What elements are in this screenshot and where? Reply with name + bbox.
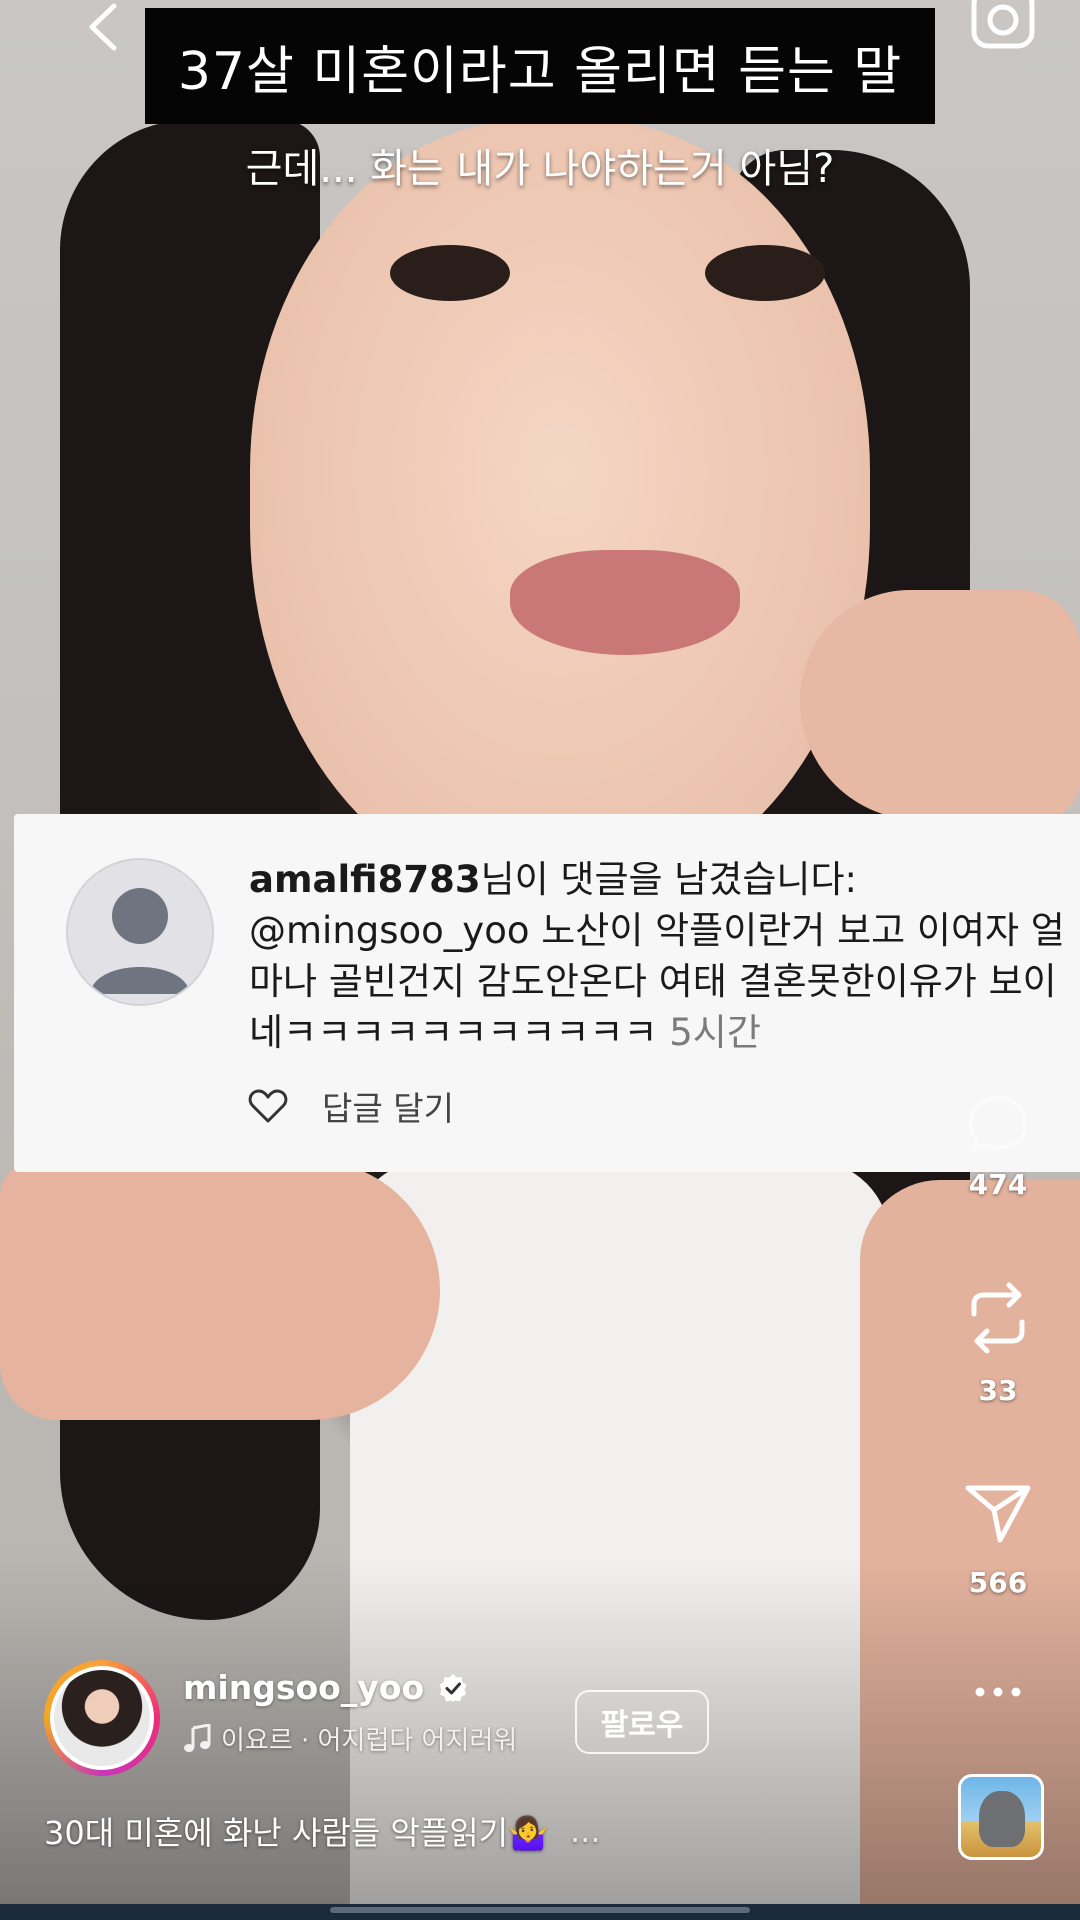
comment-card: amalfi8783님이 댓글을 남겼습니다: @mingsoo_yoo 노산이… [14, 814, 1080, 1172]
author-username[interactable]: mingsoo_yoo [183, 1668, 424, 1707]
video-frame-eye [705, 245, 825, 301]
caption[interactable]: 30대 미혼에 화난 사람들 악플읽기🤷‍♀️ ... [44, 1808, 601, 1854]
music-title: 이요르 · 어지럽다 어지러워 [221, 1726, 518, 1756]
bottom-gradient [0, 1560, 1080, 1920]
repost-icon[interactable] [964, 1278, 1032, 1358]
music-info[interactable]: 이요르 · 어지럽다 어지러워 [183, 1720, 517, 1757]
camera-icon [971, 0, 1035, 49]
donkey-artwork-icon [979, 1791, 1025, 1847]
back-button[interactable] [78, 2, 128, 52]
home-indicator[interactable] [330, 1907, 750, 1913]
reply-button[interactable]: 답글 달기 [322, 1082, 454, 1130]
default-avatar-icon [90, 888, 190, 994]
video-frame-hand [800, 590, 1080, 820]
send-icon[interactable] [964, 1482, 1032, 1546]
video-frame-face [250, 120, 870, 900]
comments-count: 474 [968, 1168, 1028, 1201]
video-frame-hand [0, 1160, 440, 1420]
more-action [950, 1680, 1046, 1704]
caption-text: 30대 미혼에 화난 사람들 악플읽기🤷‍♀️ [44, 1814, 548, 1852]
avatar-ring-inner [50, 1666, 154, 1770]
comment-notice: 님이 댓글을 남겼습니다: [480, 858, 857, 901]
follow-button[interactable]: 팔로우 [575, 1690, 709, 1754]
video-frame-lips [510, 550, 740, 655]
chevron-left-icon [89, 3, 117, 51]
audio-thumbnail[interactable] [958, 1774, 1044, 1860]
video-title-banner: 37살 미혼이라고 올리면 듣는 말 [145, 8, 935, 124]
share-action: 566 [950, 1482, 1046, 1599]
video-subtitle: 근데... 화는 내가 나야하는거 아님? [245, 146, 835, 192]
video-title: 37살 미혼이라고 올리면 듣는 말 [177, 41, 903, 102]
shares-count: 566 [968, 1566, 1028, 1599]
author-avatar[interactable] [44, 1660, 160, 1776]
comment-time: 5시간 [669, 1011, 761, 1054]
comment-icon[interactable] [963, 1090, 1033, 1160]
comment-action: 474 [950, 1090, 1046, 1201]
author-username-row: mingsoo_yoo [183, 1668, 468, 1707]
more-icon[interactable] [968, 1680, 1028, 1704]
camera-button[interactable] [970, 0, 1036, 52]
caption-more[interactable]: ... [570, 1812, 601, 1850]
avatar-photo [54, 1670, 150, 1766]
reposts-count: 33 [978, 1374, 1018, 1407]
comment-text-block: amalfi8783님이 댓글을 남겼습니다: @mingsoo_yoo 노산이… [249, 854, 1079, 1058]
system-bottom-bar [0, 1904, 1080, 1920]
comment-username[interactable]: amalfi8783 [249, 858, 481, 901]
repost-action: 33 [950, 1278, 1046, 1407]
comment-text: @mingsoo_yoo 노산이 악플이란거 보고 이여자 얼마나 골빈건지 감… [249, 909, 1065, 1054]
verified-badge-icon [439, 1673, 467, 1702]
like-comment-button[interactable] [246, 1084, 290, 1128]
comment-actions: 답글 달기 [246, 1082, 454, 1130]
heart-icon [248, 1089, 288, 1123]
video-frame-eye [390, 245, 510, 301]
music-note-icon [184, 1723, 211, 1752]
avatar [66, 858, 214, 1006]
reels-screen: 37살 미혼이라고 올리면 듣는 말 근데... 화는 내가 나야하는거 아님?… [0, 0, 1080, 1920]
